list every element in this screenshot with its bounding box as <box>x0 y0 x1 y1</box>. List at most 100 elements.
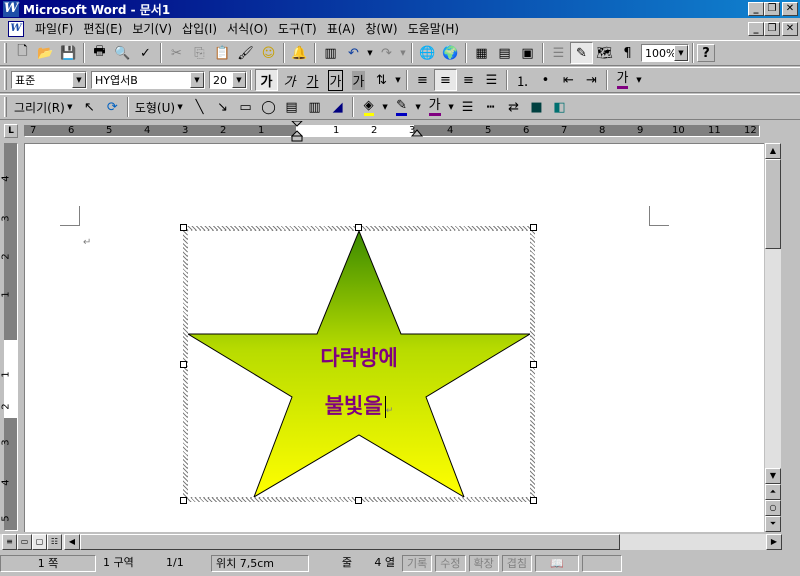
word-app-icon[interactable]: W <box>3 1 19 17</box>
insert-excel-icon[interactable]: ▣ <box>516 42 539 64</box>
web-globe-icon[interactable]: 🌐 <box>416 42 439 64</box>
horizontal-scroll-thumb[interactable] <box>80 534 620 550</box>
char-border-button[interactable]: 가 <box>324 69 347 91</box>
menu-edit[interactable]: 편집(E) <box>78 20 127 38</box>
doc-restore-button[interactable]: ❐ <box>764 22 780 36</box>
chevron-down-icon[interactable]: ▼ <box>190 72 204 88</box>
menu-tools[interactable]: 도구(T) <box>273 20 322 38</box>
document-icon[interactable]: W <box>8 21 24 37</box>
handle-right[interactable] <box>530 361 537 368</box>
oval-icon[interactable]: ◯ <box>257 96 280 118</box>
tables-borders-icon[interactable]: ▦ <box>470 42 493 64</box>
copy-icon[interactable]: ⎘ <box>188 42 211 64</box>
print-preview-icon[interactable]: 🔍 <box>111 42 134 64</box>
menu-view[interactable]: 보기(V) <box>127 20 177 38</box>
autoshapes-button[interactable]: 도형(U) ▼ <box>132 97 188 117</box>
menu-help[interactable]: 도움말(H) <box>403 20 465 38</box>
handle-left[interactable] <box>180 361 187 368</box>
handle-top-right[interactable] <box>530 224 537 231</box>
shape-text-line-2-row[interactable]: 불빛을 ↵ <box>188 390 530 420</box>
status-ovr[interactable]: 겹침 <box>501 554 532 572</box>
chevron-down-icon[interactable]: ▼ <box>674 45 688 61</box>
italic-button[interactable]: 가 <box>278 69 301 91</box>
arrow-style-icon[interactable]: ⇄ <box>502 96 525 118</box>
wordart-icon[interactable]: ▥ <box>303 96 326 118</box>
insert-table-icon[interactable]: ▤ <box>493 42 516 64</box>
previous-page-icon[interactable]: ⏶ <box>765 484 781 500</box>
show-formatting-icon[interactable]: ¶ <box>616 42 639 64</box>
chevron-down-icon[interactable]: ▼ <box>446 103 456 111</box>
print-icon[interactable]: 🖶 <box>88 42 111 64</box>
scroll-left-icon[interactable]: ◀ <box>64 534 80 550</box>
chevron-down-icon[interactable]: ▼ <box>393 76 403 84</box>
scroll-right-icon[interactable]: ▶ <box>766 534 782 550</box>
spelling-icon[interactable]: ✓ <box>134 42 157 64</box>
line-icon[interactable]: ╲ <box>188 96 211 118</box>
handle-bottom-left[interactable] <box>180 497 187 504</box>
document-page[interactable]: ↵ 다락방에 불빛을 ↵ <box>24 143 764 532</box>
paste-icon[interactable]: 📋 <box>211 42 234 64</box>
doc-minimize-button[interactable]: _ <box>748 22 764 36</box>
font-select[interactable]: HY엽서B ▼ <box>91 71 205 89</box>
chevron-down-icon[interactable]: ▼ <box>634 76 644 84</box>
shape-text-line-1[interactable]: 다락방에 <box>188 342 530 372</box>
next-page-icon[interactable]: ⏷ <box>765 516 781 532</box>
arrow-icon[interactable]: ↘ <box>211 96 234 118</box>
open-folder-icon[interactable]: 📂 <box>34 42 57 64</box>
align-right-icon[interactable]: ≡ <box>457 69 480 91</box>
line-style-icon[interactable]: ☰ <box>456 96 479 118</box>
justify-icon[interactable]: ☰ <box>480 69 503 91</box>
chevron-down-icon[interactable]: ▼ <box>72 72 86 88</box>
scroll-down-icon[interactable]: ▼ <box>765 468 781 484</box>
columns-icon[interactable]: ▥ <box>319 42 342 64</box>
minimize-button[interactable]: _ <box>748 2 764 16</box>
shadow-icon[interactable]: ■ <box>525 96 548 118</box>
free-rotate-icon[interactable]: ⟳ <box>101 96 124 118</box>
menu-insert[interactable]: 삽입(I) <box>177 20 222 38</box>
select-objects-icon[interactable]: ↖ <box>78 96 101 118</box>
help-icon[interactable]: ? <box>697 44 715 62</box>
style-select[interactable]: 표준 ▼ <box>11 71 87 89</box>
align-left-icon[interactable]: ≡ <box>411 69 434 91</box>
outline-view-icon[interactable]: ☷ <box>47 534 62 550</box>
horizontal-scrollbar[interactable]: ≡ ▭ ▢ ☷ ◀ ▶ <box>0 534 782 550</box>
page-layout-view-icon[interactable]: ▢ <box>32 534 47 550</box>
right-indent-icon[interactable] <box>411 128 423 140</box>
vertical-scroll-thumb[interactable] <box>765 159 781 249</box>
increase-indent-icon[interactable]: ⇥ <box>580 69 603 91</box>
format-painter-icon[interactable]: 🖌 <box>234 42 257 64</box>
redo-icon[interactable]: ↷ <box>375 42 398 64</box>
hyperlink-icon[interactable]: 🌍 <box>439 42 462 64</box>
menu-window[interactable]: 창(W) <box>360 20 402 38</box>
handle-bottom-right[interactable] <box>530 497 537 504</box>
handle-top[interactable] <box>355 224 362 231</box>
select-browse-object-icon[interactable]: ○ <box>765 500 781 516</box>
zoom-select[interactable]: 100% ▼ <box>641 44 689 62</box>
clipart-icon[interactable]: ◢ <box>326 96 349 118</box>
vertical-scrollbar[interactable]: ▲ ▼ ⏶ ○ ⏷ <box>765 143 781 532</box>
chevron-down-icon[interactable]: ▼ <box>413 103 423 111</box>
document-map-icon[interactable]: 🗺 <box>593 42 616 64</box>
line-color-icon[interactable]: ✎ <box>390 96 413 118</box>
cut-icon[interactable]: ✂ <box>165 42 188 64</box>
menu-table[interactable]: 표(A) <box>322 20 361 38</box>
handle-top-left[interactable] <box>180 224 187 231</box>
scroll-up-icon[interactable]: ▲ <box>765 143 781 159</box>
decrease-indent-icon[interactable]: ⇤ <box>557 69 580 91</box>
rectangle-icon[interactable]: ▭ <box>234 96 257 118</box>
bold-button[interactable]: 가 <box>255 69 278 91</box>
redo-dropdown-icon[interactable]: ▼ <box>398 49 408 57</box>
new-document-icon[interactable]: 🗋 <box>11 42 34 64</box>
font-size-select[interactable]: 20 ▼ <box>209 71 247 89</box>
status-ext[interactable]: 확장 <box>468 554 499 572</box>
bullets-icon[interactable]: • <box>534 69 557 91</box>
close-button[interactable]: ✕ <box>782 2 798 16</box>
dash-style-icon[interactable]: ┅ <box>479 96 502 118</box>
char-shade-button[interactable]: 가 <box>347 69 370 91</box>
chevron-down-icon[interactable]: ▼ <box>232 72 246 88</box>
draw-menu-button[interactable]: 그리기(R) ▼ <box>11 97 78 117</box>
align-center-icon[interactable]: ≡ <box>434 69 457 91</box>
draw-font-color-button[interactable]: 가 <box>423 96 446 118</box>
menu-format[interactable]: 서식(O) <box>222 20 273 38</box>
status-rec[interactable]: 기록 <box>402 554 433 572</box>
